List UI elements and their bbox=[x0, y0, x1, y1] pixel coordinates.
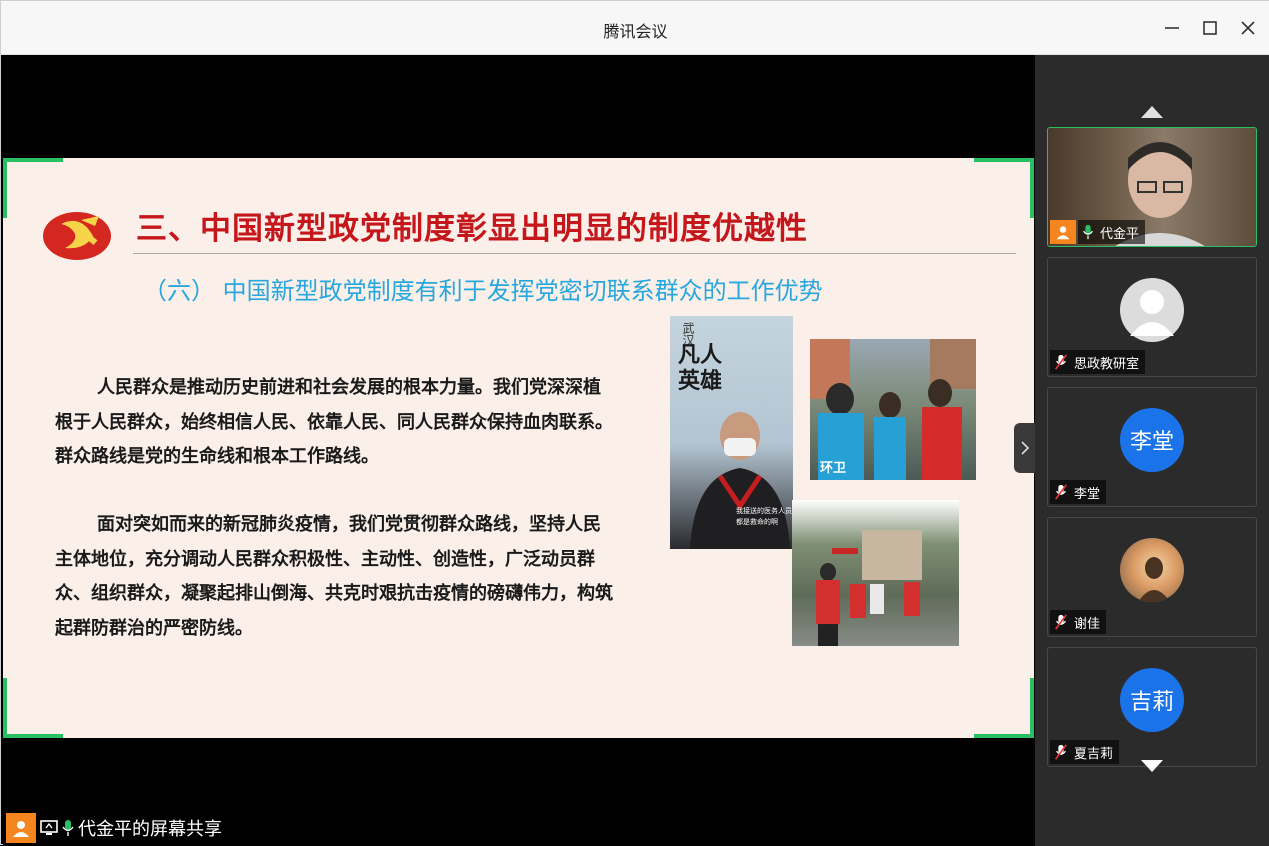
collapse-panel-button[interactable] bbox=[1014, 423, 1035, 473]
participant-tile[interactable]: 思政教研室 bbox=[1047, 257, 1257, 377]
close-icon bbox=[1241, 21, 1255, 35]
screen-share-indicator: 代金平的屏幕共享 bbox=[1, 813, 222, 843]
slide-corner-decoration bbox=[974, 158, 1034, 218]
participant-name: 谢佳 bbox=[1074, 616, 1101, 632]
slide-title: 三、中国新型政党制度彰显出明显的制度优越性 bbox=[136, 211, 808, 247]
participant-name: 李堂 bbox=[1074, 486, 1101, 502]
slide-subtitle: （六） 中国新型政党制度有利于发挥党密切联系群众的工作优势 bbox=[143, 277, 823, 305]
sharer-avatar bbox=[6, 813, 36, 843]
participant-name-tag: 夏吉莉 bbox=[1050, 740, 1120, 764]
minimize-button[interactable] bbox=[1160, 16, 1184, 40]
person-silhouette-icon bbox=[1138, 557, 1170, 602]
screen-share-label: 代金平的屏幕共享 bbox=[78, 819, 222, 840]
photo-vest-text: 环卫 bbox=[820, 461, 847, 476]
mic-muted-icon bbox=[1055, 354, 1067, 370]
maximize-button[interactable] bbox=[1198, 16, 1222, 40]
community-figures-icon bbox=[816, 530, 922, 646]
default-user-icon bbox=[1130, 290, 1174, 336]
initials-avatar: 李堂 bbox=[1120, 408, 1184, 472]
presentation-slide: 三、中国新型政党制度彰显出明显的制度优越性 （六） 中国新型政党制度有利于发挥党… bbox=[3, 158, 1034, 738]
slide-corner-decoration bbox=[3, 678, 63, 738]
maximize-icon bbox=[1203, 21, 1217, 35]
mic-muted-icon bbox=[1055, 484, 1067, 500]
participant-tile[interactable]: 谢佳 bbox=[1047, 517, 1257, 637]
photo-volunteers: 环卫 bbox=[810, 339, 976, 480]
poster-caption1: 我接送的医务人员 bbox=[736, 507, 792, 515]
scroll-down-arrow-icon[interactable] bbox=[1140, 759, 1164, 773]
close-button[interactable] bbox=[1236, 16, 1260, 40]
participant-name-tag: 谢佳 bbox=[1050, 610, 1107, 634]
participant-tile[interactable]: 吉莉 夏吉莉 bbox=[1047, 647, 1257, 767]
poster-line2: 凡人英雄 bbox=[678, 342, 723, 394]
user-icon bbox=[1056, 226, 1070, 240]
poster-image-hero: 武汉 凡人英雄 我接送的医务人员 都是救命的啊 bbox=[670, 316, 793, 549]
mic-on-icon bbox=[1083, 224, 1093, 240]
paragraph-epidemic: 面对突如而来的新冠肺炎疫情，我们党贯彻群众路线，坚持人民主体地位，充分调动人民群… bbox=[55, 514, 613, 639]
photo-community-workers bbox=[792, 500, 959, 646]
participant-tile[interactable]: 李堂 李堂 bbox=[1047, 387, 1257, 507]
chevron-right-icon bbox=[1020, 441, 1029, 455]
user-icon bbox=[13, 821, 29, 837]
default-avatar bbox=[1120, 278, 1184, 342]
poster-caption2: 都是救命的啊 bbox=[736, 518, 778, 526]
participant-tile-host[interactable]: 代金平 bbox=[1047, 127, 1257, 247]
window-title: 腾讯会议 bbox=[603, 22, 668, 41]
title-divider bbox=[133, 253, 1016, 254]
slide-corner-decoration bbox=[974, 678, 1034, 738]
party-emblem-icon bbox=[43, 212, 111, 260]
participant-name: 代金平 bbox=[1100, 226, 1140, 242]
initials-avatar: 吉莉 bbox=[1120, 668, 1184, 732]
screen-share-icon bbox=[40, 820, 58, 835]
participant-panel: 代金平 思政教研室 李堂 李堂 谢佳 吉莉 夏吉莉 bbox=[1035, 55, 1269, 846]
participant-name: 夏吉莉 bbox=[1074, 746, 1114, 762]
mic-muted-icon bbox=[1055, 744, 1067, 760]
participant-name-tag: 思政教研室 bbox=[1050, 350, 1146, 374]
minimize-icon bbox=[1165, 27, 1179, 29]
mic-muted-icon bbox=[1055, 614, 1067, 630]
mic-on-icon bbox=[62, 820, 74, 836]
photo-avatar bbox=[1120, 538, 1184, 602]
scroll-up-arrow-icon[interactable] bbox=[1140, 105, 1164, 119]
participant-name-tag: 李堂 bbox=[1050, 480, 1107, 504]
host-badge bbox=[1050, 220, 1076, 244]
participant-name-tag: 代金平 bbox=[1078, 220, 1146, 244]
paragraph-mass-line: 人民群众是推动历史前进和社会发展的根本力量。我们党深深植根于人民群众，始终相信人… bbox=[55, 377, 613, 467]
participant-name: 思政教研室 bbox=[1074, 356, 1140, 372]
app-window: 腾讯会议 三、中国新型政党制度彰显出明显的制度优越性 （六） 中国新型政党制度有… bbox=[0, 0, 1269, 846]
title-bar: 腾讯会议 bbox=[1, 1, 1269, 55]
